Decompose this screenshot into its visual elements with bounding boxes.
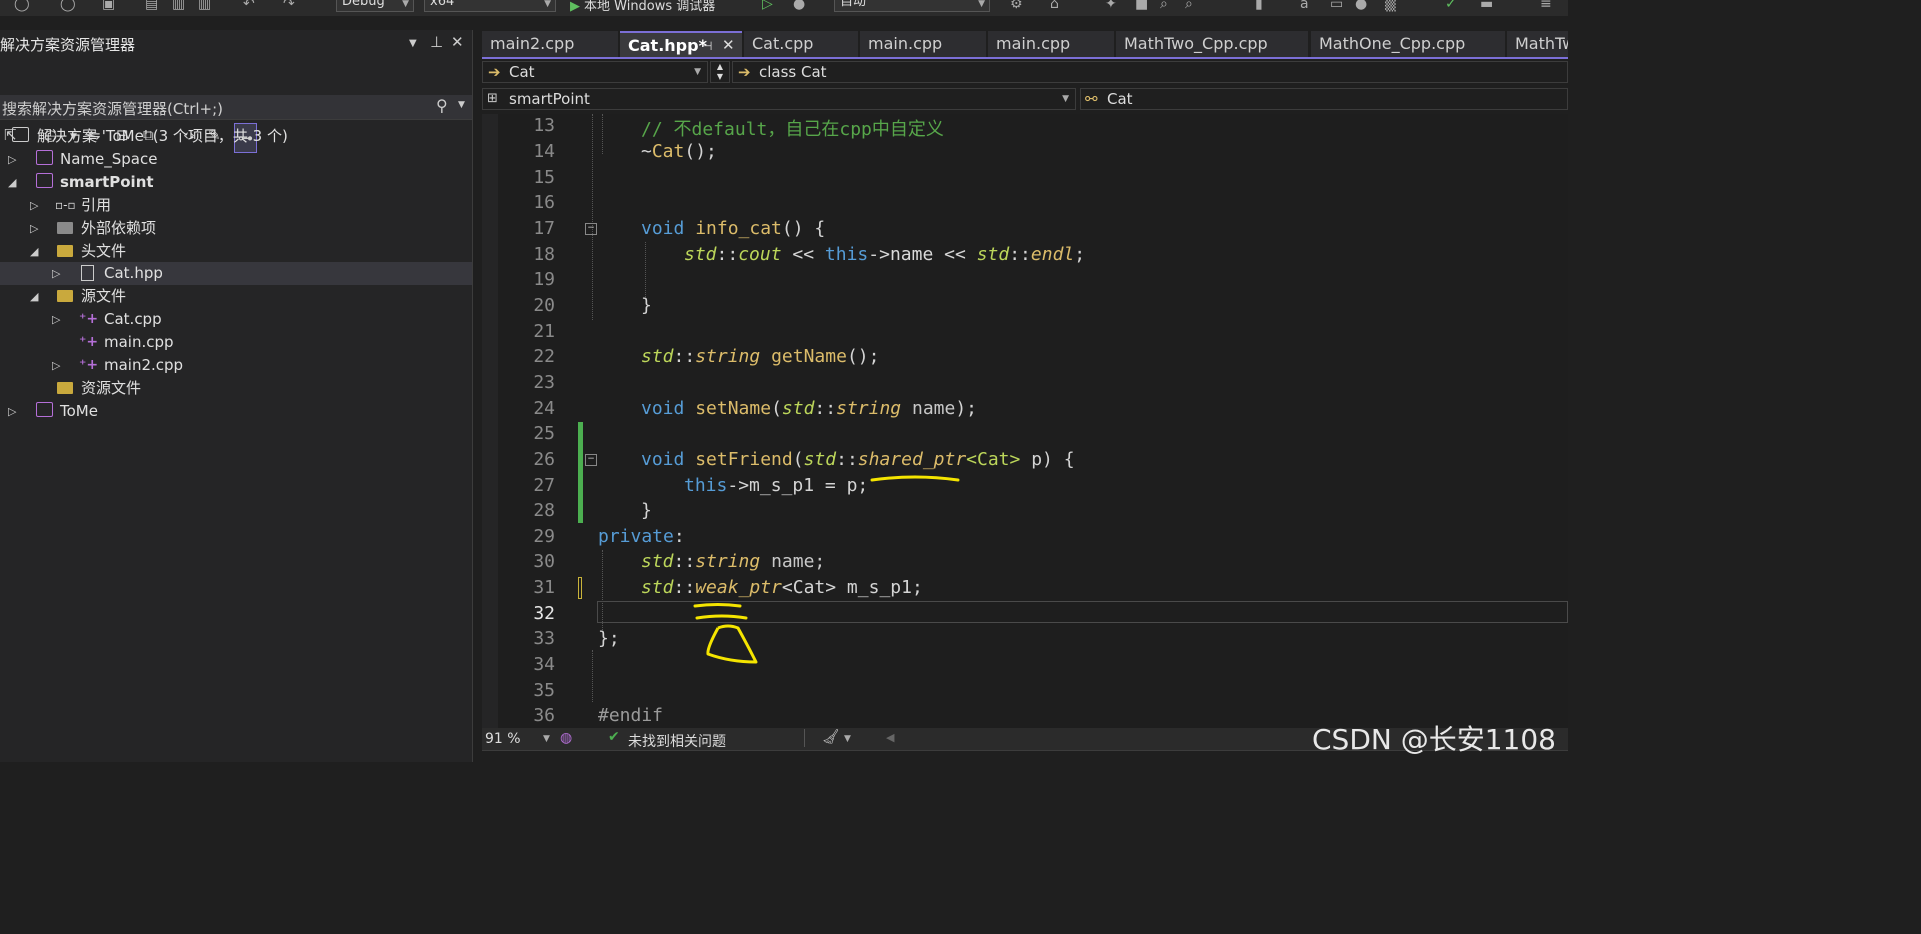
triangle-annotation — [706, 624, 758, 664]
code-cleanup-dropdown-icon[interactable]: ▼ — [844, 734, 851, 744]
scroll-left-icon[interactable]: ◀ — [886, 731, 894, 744]
watermark: CSDN @长安1108 — [1312, 723, 1556, 756]
zoom-level[interactable]: 91 % — [485, 731, 521, 747]
no-issues-icon: ✔ — [608, 729, 620, 745]
underline-annotation — [695, 614, 748, 620]
copilot-icon[interactable]: ◍ — [560, 730, 572, 746]
status-divider — [804, 729, 805, 747]
underline-annotation — [870, 475, 960, 482]
zoom-dropdown-icon[interactable]: ▼ — [543, 734, 550, 744]
code-cleanup-icon[interactable]: 🧹︎ — [822, 729, 840, 745]
annotation-layer — [693, 475, 960, 664]
underline-annotation — [693, 603, 742, 608]
issues-status[interactable]: 未找到相关问题 — [628, 731, 726, 751]
